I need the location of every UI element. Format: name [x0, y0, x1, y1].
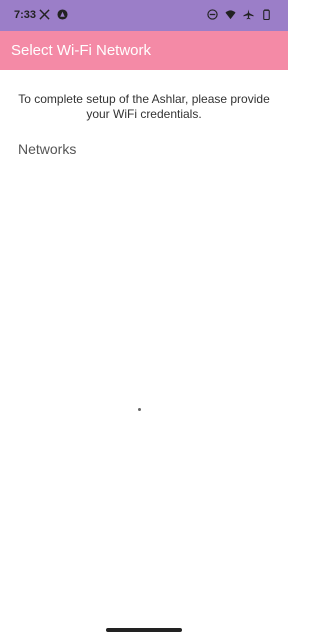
do-not-disturb-icon — [207, 9, 218, 20]
status-left-icons — [39, 9, 68, 20]
loading-indicator — [138, 408, 141, 411]
airplane-mode-icon — [243, 9, 254, 20]
home-indicator[interactable] — [106, 628, 182, 632]
app-bar: Select Wi-Fi Network — [0, 31, 288, 70]
x-logo-icon — [39, 9, 50, 20]
battery-icon — [263, 9, 270, 20]
setup-instructions: To complete setup of the Ashlar, please … — [18, 92, 270, 121]
status-right-icons — [207, 9, 272, 20]
page-title: Select Wi-Fi Network — [11, 42, 152, 59]
networks-heading: Networks — [18, 141, 77, 157]
app-notification-icon — [57, 9, 68, 20]
status-time: 7:33 — [14, 9, 37, 21]
wifi-icon — [225, 10, 236, 20]
status-bar: 7:33 — [0, 0, 288, 31]
